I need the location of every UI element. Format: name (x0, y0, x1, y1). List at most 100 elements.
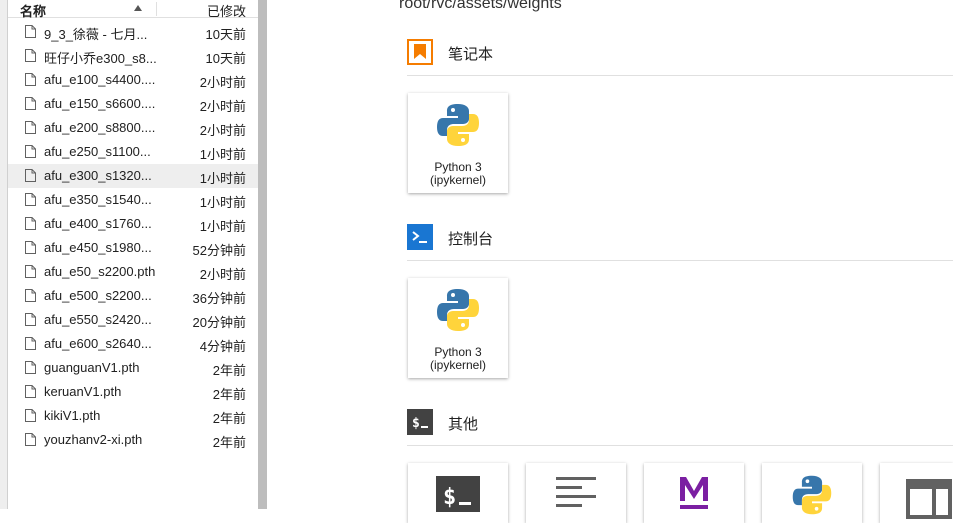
other-section-title: 其他 (448, 416, 479, 433)
file-icon (25, 433, 36, 446)
console-python3-card[interactable]: Python 3 (ipykernel) (408, 278, 508, 378)
file-icon (25, 385, 36, 398)
file-row[interactable]: afu_e450_s1980... 52分钟前 (8, 236, 258, 260)
file-row[interactable]: afu_e100_s4400.... 2小时前 (8, 68, 258, 92)
file-modified: 2小时前 (199, 123, 246, 138)
file-modified: 1小时前 (199, 147, 246, 162)
notebook-python3-card[interactable]: Python 3 (ipykernel) (408, 93, 508, 193)
file-name: afu_e600_s2640... (44, 336, 152, 351)
file-row[interactable]: youzhanv2-xi.pth 2年前 (8, 428, 258, 452)
terminal-icon: $ (407, 409, 433, 435)
window-layout-icon (906, 479, 952, 519)
file-icon (25, 121, 36, 134)
file-row[interactable]: afu_e300_s1320... 1小时前 (8, 164, 258, 188)
file-row[interactable]: 旺仔小乔e300_s8... 10天前 (8, 44, 258, 68)
file-modified: 4分钟前 (199, 339, 246, 354)
file-icon (25, 409, 36, 422)
file-icon (25, 73, 36, 86)
file-modified: 1小时前 (199, 219, 246, 234)
launcher-panel: root/rvc/assets/weights 笔记本 Python 3 (ip… (267, 0, 953, 523)
markdown-file-card[interactable] (644, 463, 744, 523)
file-icon (25, 337, 36, 350)
console-section-title: 控制台 (448, 231, 494, 248)
file-browser: 名称 已修改 9_3_徐薇 - 七月... 10天前 旺仔小乔e300_s8... 1… (8, 0, 258, 509)
svg-text:$: $ (412, 416, 420, 431)
file-name: afu_e300_s1320... (44, 168, 152, 183)
file-modified: 2年前 (212, 435, 246, 450)
file-icon (25, 145, 36, 158)
text-file-icon (556, 477, 596, 507)
file-icon (25, 217, 36, 230)
panel-splitter[interactable] (258, 0, 267, 509)
file-row[interactable]: afu_e550_s2420... 20分钟前 (8, 308, 258, 332)
notebook-card-label: Python 3 (ipykernel) (408, 161, 508, 187)
file-row[interactable]: afu_e200_s8800.... 2小时前 (8, 116, 258, 140)
file-row[interactable]: afu_e350_s1540... 1小时前 (8, 188, 258, 212)
file-name: youzhanv2-xi.pth (44, 432, 143, 447)
file-name: 旺仔小乔e300_s8... (44, 51, 157, 66)
file-name: guanguanV1.pth (44, 360, 140, 375)
notebook-section-title: 笔记本 (448, 46, 494, 63)
file-modified: 2小时前 (199, 99, 246, 114)
file-name: afu_e500_s2200... (44, 288, 152, 303)
file-icon (25, 97, 36, 110)
file-name: afu_e250_s1100... (44, 144, 151, 159)
file-modified: 2年前 (212, 411, 246, 426)
python-logo-icon (792, 475, 832, 515)
column-divider[interactable] (156, 2, 157, 16)
file-list-header: 名称 已修改 (8, 0, 258, 20)
console-card-label: Python 3 (ipykernel) (408, 346, 508, 372)
terminal-icon: $ (436, 476, 480, 512)
file-icon (25, 169, 36, 182)
notebook-divider (407, 75, 953, 76)
modified-column-header[interactable]: 已修改 (207, 1, 246, 20)
file-row[interactable]: afu_e400_s1760... 1小时前 (8, 212, 258, 236)
terminal-card[interactable]: $ (408, 463, 508, 523)
file-name: keruanV1.pth (44, 384, 122, 399)
file-modified: 20分钟前 (192, 315, 246, 330)
python-file-card[interactable] (762, 463, 862, 523)
notebook-icon (407, 39, 433, 65)
file-name: afu_e400_s1760... (44, 216, 152, 231)
console-card-kernel-type: (ipykernel) (429, 358, 486, 372)
file-name: afu_e350_s1540... (44, 192, 152, 207)
file-icon (25, 361, 36, 374)
file-modified: 52分钟前 (192, 243, 246, 258)
file-row[interactable]: guanguanV1.pth 2年前 (8, 356, 258, 380)
file-row[interactable]: afu_e150_s6600.... 2小时前 (8, 92, 258, 116)
file-icon (25, 289, 36, 302)
file-row[interactable]: afu_e250_s1100... 1小时前 (8, 140, 258, 164)
markdown-icon (680, 477, 708, 509)
file-row[interactable]: afu_e500_s2200... 36分钟前 (8, 284, 258, 308)
text-file-card[interactable] (526, 463, 626, 523)
file-icon (25, 313, 36, 326)
file-modified: 10天前 (205, 51, 246, 66)
file-name: afu_e100_s4400.... (44, 72, 156, 87)
sort-ascending-icon[interactable] (134, 5, 142, 11)
left-sidebar-edge (0, 0, 8, 509)
file-row[interactable]: 9_3_徐薇 - 七月... 10天前 (8, 20, 258, 44)
file-icon (25, 265, 36, 278)
file-name: afu_e550_s2420... (44, 312, 152, 327)
file-icon (25, 193, 36, 206)
file-name: 9_3_徐薇 - 七月... (44, 27, 148, 42)
console-icon (407, 224, 433, 250)
file-row[interactable]: afu_e50_s2200.pth 2小时前 (8, 260, 258, 284)
name-column-header[interactable]: 名称 (20, 1, 46, 20)
console-divider (407, 260, 953, 261)
file-modified: 36分钟前 (192, 291, 246, 306)
notebook-card-kernel-type: (ipykernel) (429, 173, 486, 187)
file-row[interactable]: afu_e600_s2640... 4分钟前 (8, 332, 258, 356)
file-modified: 2年前 (212, 363, 246, 378)
other-divider (407, 445, 953, 446)
file-icon (25, 241, 36, 254)
file-modified: 1小时前 (199, 171, 246, 186)
file-row[interactable]: kikiV1.pth 2年前 (8, 404, 258, 428)
file-name: kikiV1.pth (44, 408, 101, 423)
file-icon (25, 25, 36, 38)
file-modified: 2小时前 (199, 75, 246, 90)
file-modified: 2年前 (212, 387, 246, 402)
contextual-help-card[interactable] (880, 463, 953, 523)
file-row[interactable]: keruanV1.pth 2年前 (8, 380, 258, 404)
python-logo-icon (437, 289, 479, 331)
